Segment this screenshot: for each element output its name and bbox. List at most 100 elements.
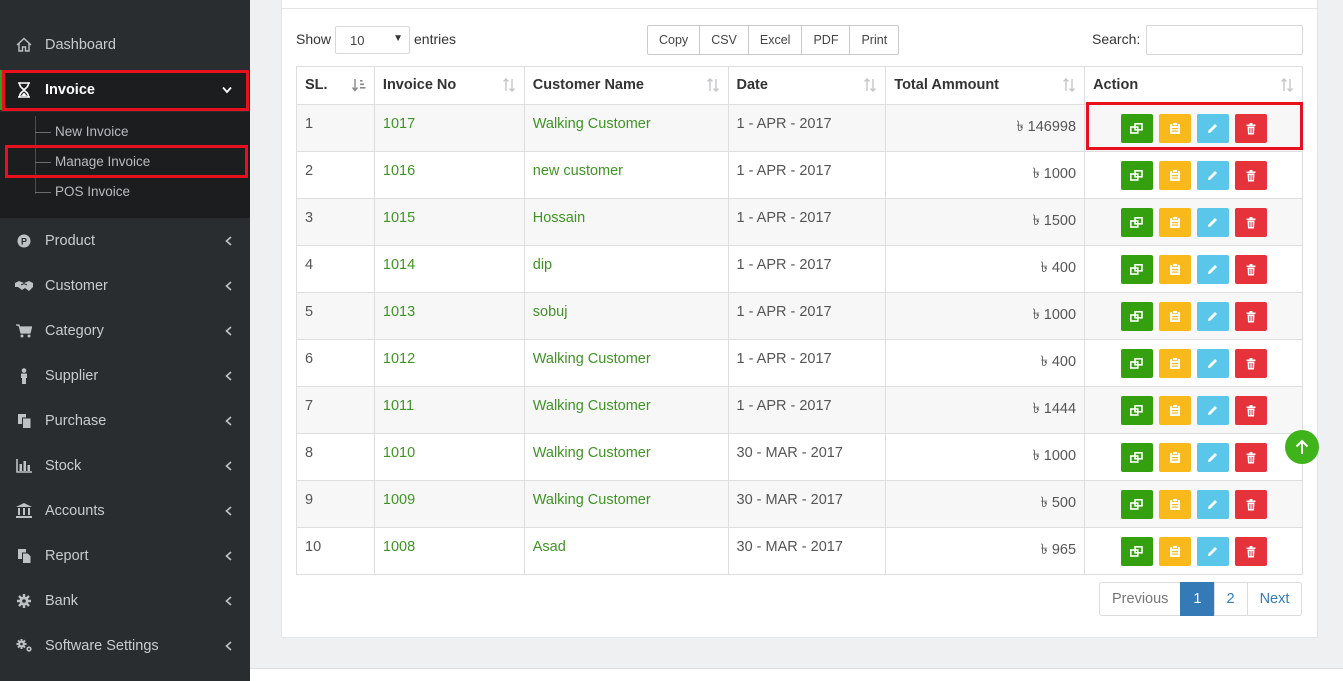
edit-button[interactable] xyxy=(1196,490,1229,519)
copy-button[interactable]: Copy xyxy=(647,25,701,55)
page-1-button[interactable]: 1 xyxy=(1180,582,1215,616)
delete-button[interactable] xyxy=(1234,302,1267,331)
cell-invoice-no[interactable]: 1017 xyxy=(373,104,525,152)
sidebar-item-customer[interactable]: Customer xyxy=(0,263,250,308)
cell-invoice-no[interactable]: 1013 xyxy=(373,292,525,340)
trash-icon xyxy=(1246,451,1256,464)
delete-button[interactable] xyxy=(1234,255,1267,284)
sidebar-item-stock[interactable]: Stock xyxy=(0,443,250,488)
cell-invoice-no[interactable]: 1010 xyxy=(373,433,525,481)
cell-invoice-no[interactable]: 1011 xyxy=(373,386,525,434)
cell-customer-name[interactable]: Walking Customer xyxy=(523,339,729,387)
sidebar-item-software-settings[interactable]: Software Settings xyxy=(0,623,250,668)
invoice-details-button[interactable] xyxy=(1120,208,1153,237)
edit-button[interactable] xyxy=(1196,349,1229,378)
invoice-details-button[interactable] xyxy=(1120,490,1153,519)
sidebar-item-supplier[interactable]: Supplier xyxy=(0,353,250,398)
delete-button[interactable] xyxy=(1234,349,1267,378)
pos-invoice-button[interactable] xyxy=(1158,349,1191,378)
pos-invoice-button[interactable] xyxy=(1158,302,1191,331)
column-header-date[interactable]: Date xyxy=(727,66,887,105)
column-header-customer-name[interactable]: Customer Name xyxy=(523,66,729,105)
cell-customer-name[interactable]: Walking Customer xyxy=(523,104,729,152)
pos-invoice-button[interactable] xyxy=(1158,443,1191,472)
cell-customer-name[interactable]: Walking Customer xyxy=(523,433,729,481)
delete-button[interactable] xyxy=(1234,161,1267,190)
pos-invoice-button[interactable] xyxy=(1158,114,1191,143)
column-header-sl[interactable]: SL. xyxy=(296,66,375,105)
column-header-total-amount[interactable]: Total Ammount xyxy=(885,66,1086,105)
pos-invoice-button[interactable] xyxy=(1158,255,1191,284)
edit-button[interactable] xyxy=(1196,537,1229,566)
sidebar-item-purchase[interactable]: Purchase xyxy=(0,398,250,443)
search-input[interactable] xyxy=(1146,25,1303,55)
edit-button[interactable] xyxy=(1196,114,1229,143)
pencil-icon xyxy=(1207,546,1218,557)
delete-button[interactable] xyxy=(1234,114,1267,143)
excel-button[interactable]: Excel xyxy=(747,25,803,55)
sidebar-item-invoice[interactable]: Invoice xyxy=(0,70,250,110)
cell-total-amount: ৳ 400 xyxy=(885,245,1086,293)
invoice-details-button[interactable] xyxy=(1120,114,1153,143)
delete-button[interactable] xyxy=(1234,396,1267,425)
delete-button[interactable] xyxy=(1234,537,1267,566)
cell-invoice-no[interactable]: 1009 xyxy=(373,480,525,528)
page-2-button[interactable]: 2 xyxy=(1213,582,1248,616)
invoice-details-button[interactable] xyxy=(1120,161,1153,190)
delete-button[interactable] xyxy=(1234,443,1267,472)
print-button[interactable]: Print xyxy=(849,25,900,55)
sidebar-item-category[interactable]: Category xyxy=(0,308,250,353)
invoice-details-button[interactable] xyxy=(1120,396,1153,425)
sidebar-item-bank[interactable]: Bank xyxy=(0,578,250,623)
pencil-icon xyxy=(1207,217,1218,228)
pos-invoice-button[interactable] xyxy=(1158,396,1191,425)
chevron-left-icon xyxy=(225,415,232,426)
pos-invoice-button[interactable] xyxy=(1158,208,1191,237)
edit-button[interactable] xyxy=(1196,396,1229,425)
invoice-details-button[interactable] xyxy=(1120,443,1153,472)
column-header-invoice-no[interactable]: Invoice No xyxy=(373,66,525,105)
cell-customer-name[interactable]: sobuj xyxy=(523,292,729,340)
cell-invoice-no[interactable]: 1014 xyxy=(373,245,525,293)
cell-invoice-no[interactable]: 1012 xyxy=(373,339,525,387)
column-header-action[interactable]: Action xyxy=(1084,66,1303,105)
invoice-details-button[interactable] xyxy=(1120,537,1153,566)
delete-button[interactable] xyxy=(1234,490,1267,519)
sidebar-item-accounts[interactable]: Accounts xyxy=(0,488,250,533)
scroll-to-top-button[interactable] xyxy=(1285,430,1319,464)
next-page-button[interactable]: Next xyxy=(1246,582,1303,616)
delete-button[interactable] xyxy=(1234,208,1267,237)
edit-button[interactable] xyxy=(1196,161,1229,190)
cell-customer-name[interactable]: dip xyxy=(523,245,729,293)
edit-button[interactable] xyxy=(1196,302,1229,331)
pos-invoice-button[interactable] xyxy=(1158,490,1191,519)
submenu-pos-invoice[interactable]: POS Invoice xyxy=(55,184,130,199)
pos-invoice-button[interactable] xyxy=(1158,537,1191,566)
cell-customer-name[interactable]: Walking Customer xyxy=(523,480,729,528)
cell-customer-name[interactable]: new customer xyxy=(523,151,729,199)
cell-customer-name[interactable]: Walking Customer xyxy=(523,386,729,434)
previous-page-button[interactable]: Previous xyxy=(1099,582,1182,616)
invoice-details-button[interactable] xyxy=(1120,255,1153,284)
sidebar-item-report[interactable]: Report xyxy=(0,533,250,578)
sidebar-item-product[interactable]: P Product xyxy=(0,218,250,263)
cell-invoice-no[interactable]: 1008 xyxy=(373,527,525,575)
cell-invoice-no[interactable]: 1015 xyxy=(373,198,525,246)
cell-customer-name[interactable]: Hossain xyxy=(523,198,729,246)
pos-print-icon xyxy=(1169,122,1181,135)
submenu-new-invoice[interactable]: New Invoice xyxy=(55,124,129,139)
submenu-manage-invoice[interactable]: Manage Invoice xyxy=(55,154,150,169)
cell-customer-name[interactable]: Asad xyxy=(523,527,729,575)
edit-button[interactable] xyxy=(1196,443,1229,472)
csv-button[interactable]: CSV xyxy=(699,25,749,55)
pos-invoice-button[interactable] xyxy=(1158,161,1191,190)
edit-button[interactable] xyxy=(1196,208,1229,237)
page-length-select[interactable]: 10 ▼ xyxy=(335,26,410,54)
edit-button[interactable] xyxy=(1196,255,1229,284)
cell-invoice-no[interactable]: 1016 xyxy=(373,151,525,199)
pdf-button[interactable]: PDF xyxy=(801,25,851,55)
invoice-details-button[interactable] xyxy=(1120,349,1153,378)
pencil-icon xyxy=(1207,499,1218,510)
sidebar-item-dashboard[interactable]: Dashboard xyxy=(0,22,250,67)
invoice-details-button[interactable] xyxy=(1120,302,1153,331)
